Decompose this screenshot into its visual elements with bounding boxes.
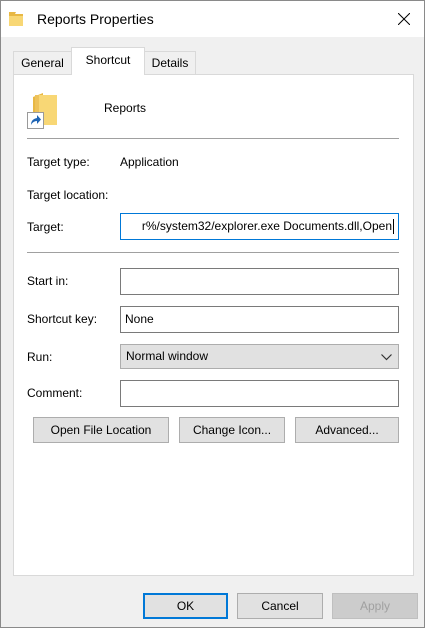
target-type-value: Application (120, 155, 179, 169)
change-icon-button[interactable]: Change Icon... (179, 417, 285, 443)
target-label: Target: (27, 220, 64, 234)
window-title: Reports Properties (37, 11, 154, 27)
apply-button[interactable]: Apply (332, 593, 418, 619)
tab-shortcut[interactable]: Shortcut (71, 47, 145, 75)
shortcut-key-input[interactable]: None (120, 306, 399, 333)
text-caret (393, 219, 394, 235)
ok-button[interactable]: OK (143, 593, 228, 619)
start-in-label: Start in: (27, 274, 69, 288)
comment-input[interactable] (120, 380, 399, 407)
start-in-input[interactable] (120, 268, 399, 295)
shortcut-key-label: Shortcut key: (27, 312, 98, 326)
target-input-value: r%/system32/explorer.exe Documents.dll,O… (141, 219, 392, 233)
advanced-button[interactable]: Advanced... (295, 417, 399, 443)
folder-icon (9, 12, 27, 26)
target-location-label: Target location: (27, 188, 109, 202)
target-input[interactable]: r%/system32/explorer.exe Documents.dll,O… (120, 213, 399, 240)
run-select[interactable]: Normal window (120, 344, 399, 369)
shortcut-name: Reports (104, 101, 147, 115)
shortcut-arrow-icon (27, 112, 44, 129)
close-button[interactable] (389, 5, 419, 33)
open-file-location-button[interactable]: Open File Location (33, 417, 169, 443)
run-label: Run: (27, 350, 53, 364)
separator (27, 252, 399, 253)
close-icon (398, 13, 410, 25)
title-bar: Reports Properties (1, 1, 424, 37)
tab-general[interactable]: General (13, 51, 72, 75)
chevron-down-icon (381, 354, 392, 361)
tab-details[interactable]: Details (144, 51, 196, 75)
cancel-button[interactable]: Cancel (237, 593, 323, 619)
comment-label: Comment: (27, 386, 83, 400)
properties-dialog: Reports Properties General Shortcut Deta… (0, 0, 425, 628)
separator (27, 138, 399, 139)
target-type-label: Target type: (27, 155, 90, 169)
run-select-value: Normal window (126, 349, 209, 363)
